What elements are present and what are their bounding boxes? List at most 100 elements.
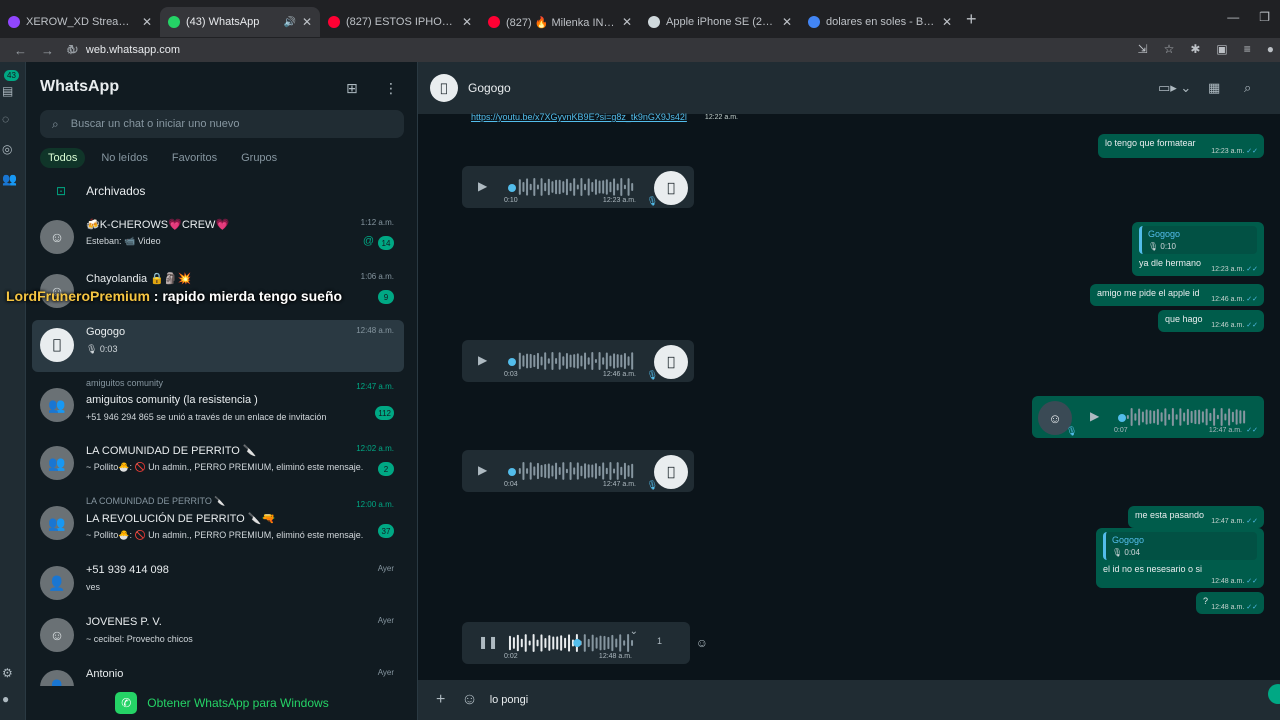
conversation-header[interactable]:  Gogogo ▭▸ ⌄ ▦ ⌕ [418,62,1280,114]
close-icon[interactable]: ✕ [142,15,152,29]
play-button[interactable]: ▶ [478,463,487,477]
playback-dot[interactable] [508,358,516,366]
menu-icon[interactable]: ≡ [1244,42,1251,56]
chat-row[interactable]: 👥 LA COMUNIDAD DE PERRITO 🔪 LA REVOLUCIÓ… [32,494,404,552]
apple-avatar-icon:  [654,455,688,489]
playback-dot[interactable] [573,639,582,647]
wave-bar [560,635,563,651]
wave-bar [587,178,590,196]
quoted-message[interactable]: Gogogo 🎙 0:04 [1103,532,1257,560]
tab-whatsapp[interactable]: (43) WhatsApp 🔊 ✕ [160,7,320,37]
link-message[interactable]: https://youtu.be/x7XGyvnKB9E?si=g8z_tk9n… [464,108,744,124]
wave-bar [556,636,559,650]
chats-icon[interactable]: ▤ [2,84,13,98]
extensions-icon[interactable]: ✱ [1190,42,1200,56]
wave-bar [529,183,532,191]
minimize-icon[interactable]: — [1227,10,1239,24]
wave-bar [1205,408,1208,426]
settings-gear-icon[interactable]: ⚙ [2,666,13,680]
wave-bar [623,184,626,190]
profile-icon[interactable]: ● [2,692,9,706]
play-button[interactable]: ▶ [1090,409,1099,423]
catalog-icon[interactable]: ▦ [1208,80,1220,96]
wave-bar [522,355,525,367]
wave-bar [524,634,527,652]
chat-row[interactable]: 👥 LA COMUNIDAD DE PERRITO 🔪 ~ Pollito🐣: … [32,438,404,490]
install-app-icon[interactable]: ⇲ [1138,42,1148,56]
profile-avatar-icon[interactable]: ● [1267,42,1274,56]
chevron-down-icon[interactable]: ⌄ [630,626,638,637]
video-call-icon[interactable]: ▭▸ ⌄ [1158,80,1191,96]
tab-youtube-milenka[interactable]: (827) 🔥 Milenka INAUGURA su✕ [480,7,640,37]
chat-row[interactable]: ☺ 🍻K-CHEROWS💗CREW💗 Esteban: 📹 Video 1:12… [32,212,404,264]
play-button[interactable]: ▶ [478,179,487,193]
wave-bar [616,354,619,368]
wave-bar [611,634,614,652]
filter-unread[interactable]: No leídos [93,148,155,168]
communities-icon[interactable]: 👥 [2,172,17,186]
wave-bar [613,468,616,474]
bookmark-star-icon[interactable]: ☆ [1164,42,1175,56]
chat-row[interactable]: 👤 +51 939 414 098 ves Ayer [32,558,404,610]
chat-list-panel: WhatsApp ⊞ ⋮ ⌕ Buscar un chat o iniciar u… [26,62,418,720]
close-icon[interactable]: ✕ [302,15,312,29]
wave-bar [631,352,634,370]
get-windows-app-banner[interactable]: ✆ Obtener WhatsApp para Windows [26,686,417,720]
sidepanel-icon[interactable]: ▣ [1216,42,1227,56]
speaker-icon[interactable]: 🔊 [283,17,295,28]
filter-chips: Todos No leídos Favoritos Grupos [40,148,285,168]
wave-bar [512,637,515,649]
filter-all[interactable]: Todos [40,148,86,168]
google-icon [808,16,820,28]
wave-bar [544,182,547,192]
wave-bar [528,640,531,646]
voice-waveform [518,178,634,196]
attach-plus-icon[interactable]: + [436,691,445,709]
close-icon[interactable]: ✕ [462,15,472,29]
channels-icon[interactable]: ◎ [2,142,12,156]
emoji-icon[interactable]: ☺ [461,691,477,709]
new-chat-icon[interactable]: ⊞ [346,80,358,97]
back-icon[interactable]: ← [14,43,27,58]
incoming-voice-message: ▶ 0:04 12:47 a.m.  🎙 [462,450,694,492]
playback-speed-button[interactable]: 1 [657,636,662,646]
tab-iphone-vs-xiaomi[interactable]: Apple iPhone SE (2022) vs Xiaomi✕ [640,7,800,37]
status-icon[interactable]: ◌ [2,112,9,126]
wave-bar [1190,410,1193,424]
read-ticks-icon: ✓✓ [1246,427,1258,434]
new-tab-button[interactable]: + [966,9,977,30]
emoji-react-icon[interactable]: ☺ [696,636,708,650]
wave-bar [1198,409,1201,425]
close-icon[interactable]: ✕ [942,15,952,29]
wave-bar [598,352,601,370]
tab-google-search[interactable]: dolares en soles - Buscar con Google✕ [800,7,960,37]
pause-button[interactable]: ❚❚ [478,635,498,649]
archived-row[interactable]: ⊡ Archivados [56,184,145,198]
playback-dot[interactable] [508,468,516,476]
wave-bar [1126,415,1129,419]
chat-row[interactable]: ☺ JOVENES P. V. ~ cecibel: Provecho chic… [32,610,404,662]
tab-xerow-stream[interactable]: XEROW_XD Stream - Watch Live✕ [0,7,160,37]
outgoing-voice-message: ☺ ▶ 0:07 12:47 a.m. 🎙 ✓✓ [1032,396,1264,438]
more-options-icon[interactable]: ⋮ [384,80,398,97]
play-button[interactable]: ▶ [478,353,487,367]
url-field[interactable]: ⚙ web.whatsapp.com [66,38,1096,62]
playback-dot[interactable] [1118,414,1126,422]
tab-youtube-iphone[interactable]: (827) ESTOS IPHONE NO RECIBEN✕ [320,7,480,37]
search-input[interactable]: ⌕ Buscar un chat o iniciar uno nuevo [40,110,404,138]
close-icon[interactable]: ✕ [622,15,632,29]
site-info-icon[interactable]: ⚙ [66,44,76,57]
filter-groups[interactable]: Grupos [233,148,285,168]
message-input[interactable]: lo pongi [490,694,529,706]
filter-favorites[interactable]: Favoritos [164,148,225,168]
wave-bar [540,464,543,478]
chat-row[interactable]: 👥 amiguitos comunity amiguitos comunity … [32,376,404,434]
maximize-icon[interactable]: ❐ [1259,10,1270,24]
wave-bar [1138,408,1141,426]
forward-icon[interactable]: → [41,43,54,58]
chat-row-selected[interactable]:  Gogogo 🎙 0:03 12:48 a.m. [32,320,404,372]
search-icon[interactable]: ⌕ [1244,80,1251,96]
quoted-message[interactable]: Gogogo 🎙 0:10 [1139,226,1257,254]
close-icon[interactable]: ✕ [782,15,792,29]
playback-dot[interactable] [508,184,516,192]
